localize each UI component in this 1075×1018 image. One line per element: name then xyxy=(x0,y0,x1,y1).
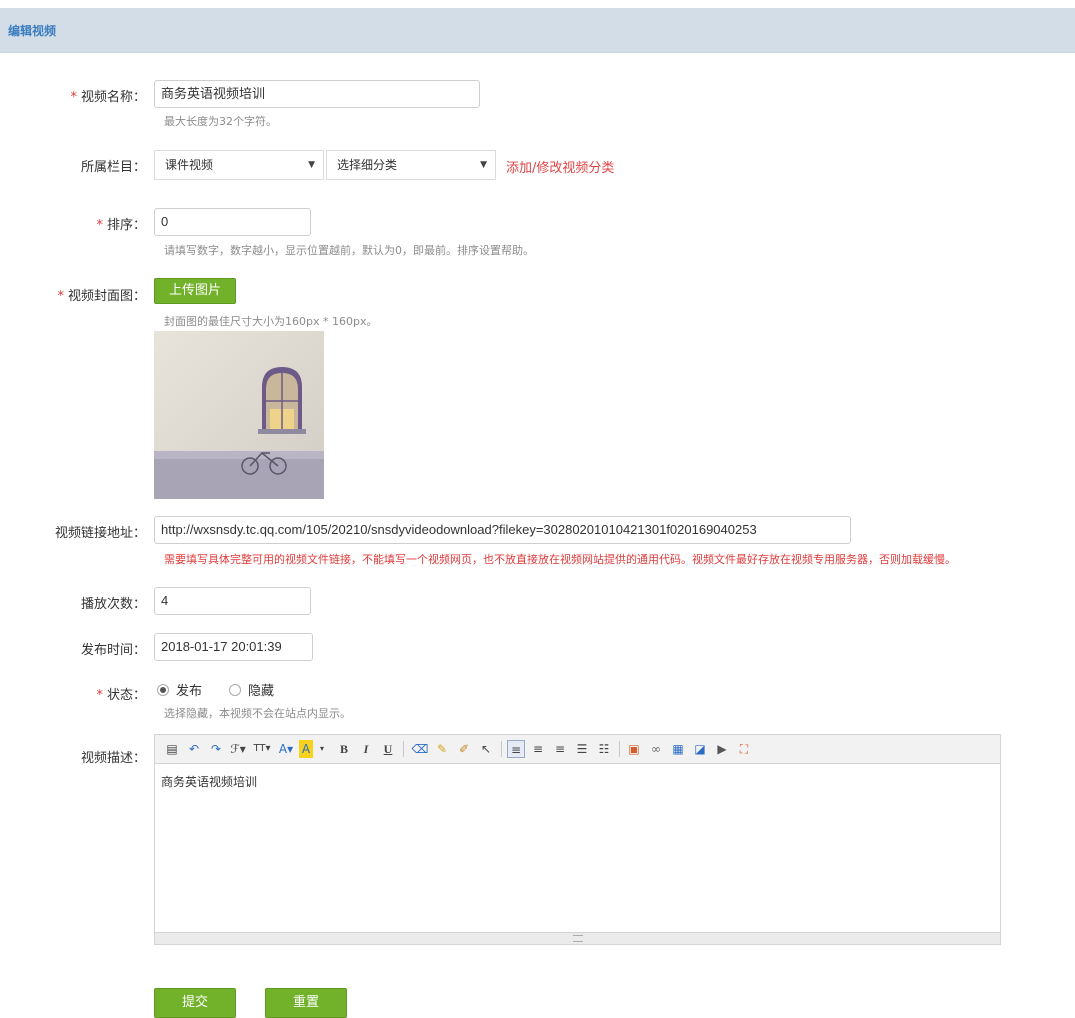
insert-image-icon[interactable]: ▣ xyxy=(625,740,643,758)
align-right-icon[interactable]: ≡ xyxy=(551,740,569,758)
redo-icon[interactable]: ↷ xyxy=(207,740,225,758)
table-icon[interactable]: ▦ xyxy=(669,740,687,758)
italic-icon[interactable]: I xyxy=(357,740,375,758)
order-label: * 排序： xyxy=(96,218,146,233)
editor-toolbar: ▤ ↶ ↷ ℱ▾ TT▾ A▾ A ▾ B I U ⌫ ✎ ✐ ↖ ≡ ≡ ≡ … xyxy=(155,735,1000,764)
submit-button[interactable]: 提交 xyxy=(154,988,236,1018)
chevron-down-icon: ▼ xyxy=(308,160,315,170)
align-center-icon[interactable]: ≡ xyxy=(529,740,547,758)
cover-image xyxy=(154,331,324,499)
play-count-label: 播放次数： xyxy=(80,597,146,612)
subcategory-select[interactable]: 选择细分类 ▼ xyxy=(326,150,496,180)
cover-label: * 视频封面图： xyxy=(57,289,146,304)
bold-icon[interactable]: B xyxy=(335,740,353,758)
video-icon[interactable]: ▶ xyxy=(713,740,731,758)
editor-content[interactable]: 商务英语视频培训 xyxy=(161,773,257,790)
cover-hint: 封面图的最佳尺寸大小为160px * 160px。 xyxy=(164,315,378,328)
highlight-dropdown-icon[interactable]: ▾ xyxy=(313,740,331,758)
video-name-hint: 最大长度为32个字符。 xyxy=(164,115,277,128)
status-label: * 状态： xyxy=(96,688,146,703)
manage-category-link[interactable]: 添加/修改视频分类 xyxy=(506,157,614,176)
toolbar-separator xyxy=(403,741,404,757)
rich-text-editor[interactable]: ▤ ↶ ↷ ℱ▾ TT▾ A▾ A ▾ B I U ⌫ ✎ ✐ ↖ ≡ ≡ ≡ … xyxy=(154,734,1001,945)
ordered-list-icon[interactable]: ☰ xyxy=(573,740,591,758)
align-left-icon[interactable]: ≡ xyxy=(507,740,525,758)
editor-resize-bar[interactable] xyxy=(155,932,1000,944)
unordered-list-icon[interactable]: ☷ xyxy=(595,740,613,758)
select-all-icon[interactable]: ↖ xyxy=(477,740,495,758)
font-size-icon[interactable]: TT▾ xyxy=(253,740,271,758)
status-publish-radio[interactable] xyxy=(157,684,169,696)
fullscreen-icon[interactable]: ⛶ xyxy=(735,740,753,758)
font-color-icon[interactable]: A▾ xyxy=(277,740,295,758)
video-url-warning: 需要填写具体完整可用的视频文件链接，不能填写一个视频网页，也不放直接放在视频网站… xyxy=(164,553,956,566)
publish-time-input[interactable]: 2018-01-17 20:01:39 xyxy=(154,633,313,661)
toolbar-separator xyxy=(501,741,502,757)
cover-picture xyxy=(154,331,324,499)
video-name-label: * 视频名称： xyxy=(70,90,146,105)
font-family-icon[interactable]: ℱ▾ xyxy=(229,740,247,758)
chevron-down-icon: ▼ xyxy=(480,160,487,170)
video-name-input[interactable]: 商务英语视频培训 xyxy=(154,80,480,108)
status-publish-label[interactable]: 发布 xyxy=(176,680,202,699)
source-icon[interactable]: ▤ xyxy=(163,740,181,758)
flash-icon[interactable]: ◪ xyxy=(691,740,709,758)
eraser-icon[interactable]: ⌫ xyxy=(411,740,429,758)
video-url-input[interactable]: http://wxsnsdy.tc.qq.com/105/20210/snsdy… xyxy=(154,516,851,544)
description-label: 视频描述： xyxy=(80,751,146,766)
undo-icon[interactable]: ↶ xyxy=(185,740,203,758)
video-url-label: 视频链接地址： xyxy=(54,526,146,541)
publish-time-label: 发布时间： xyxy=(80,643,146,658)
underline-icon[interactable]: U xyxy=(379,740,397,758)
category-label: 所属栏目： xyxy=(80,160,146,175)
order-hint: 请填写数字，数字越小，显示位置越前，默认为0，即最前。排序设置帮助。 xyxy=(164,244,534,257)
toolbar-separator xyxy=(619,741,620,757)
page-title: 编辑视频 xyxy=(8,24,57,38)
order-input[interactable]: 0 xyxy=(154,208,311,236)
category-select[interactable]: 课件视频 ▼ xyxy=(154,150,324,180)
play-count-input[interactable]: 4 xyxy=(154,587,311,615)
upload-image-button[interactable]: 上传图片 xyxy=(154,278,236,304)
status-hide-radio[interactable] xyxy=(229,684,241,696)
status-hide-label[interactable]: 隐藏 xyxy=(248,680,274,699)
link-icon[interactable]: ∞ xyxy=(647,740,665,758)
format-brush-icon[interactable]: ✎ xyxy=(433,740,451,758)
resize-grip-icon[interactable] xyxy=(572,935,583,942)
status-hint: 选择隐藏，本视频不会在站点内显示。 xyxy=(164,707,351,720)
page-header: 编辑视频 xyxy=(0,8,1075,53)
reset-button[interactable]: 重置 xyxy=(265,988,347,1018)
highlight-color-icon[interactable]: A xyxy=(299,740,313,758)
clear-format-icon[interactable]: ✐ xyxy=(455,740,473,758)
